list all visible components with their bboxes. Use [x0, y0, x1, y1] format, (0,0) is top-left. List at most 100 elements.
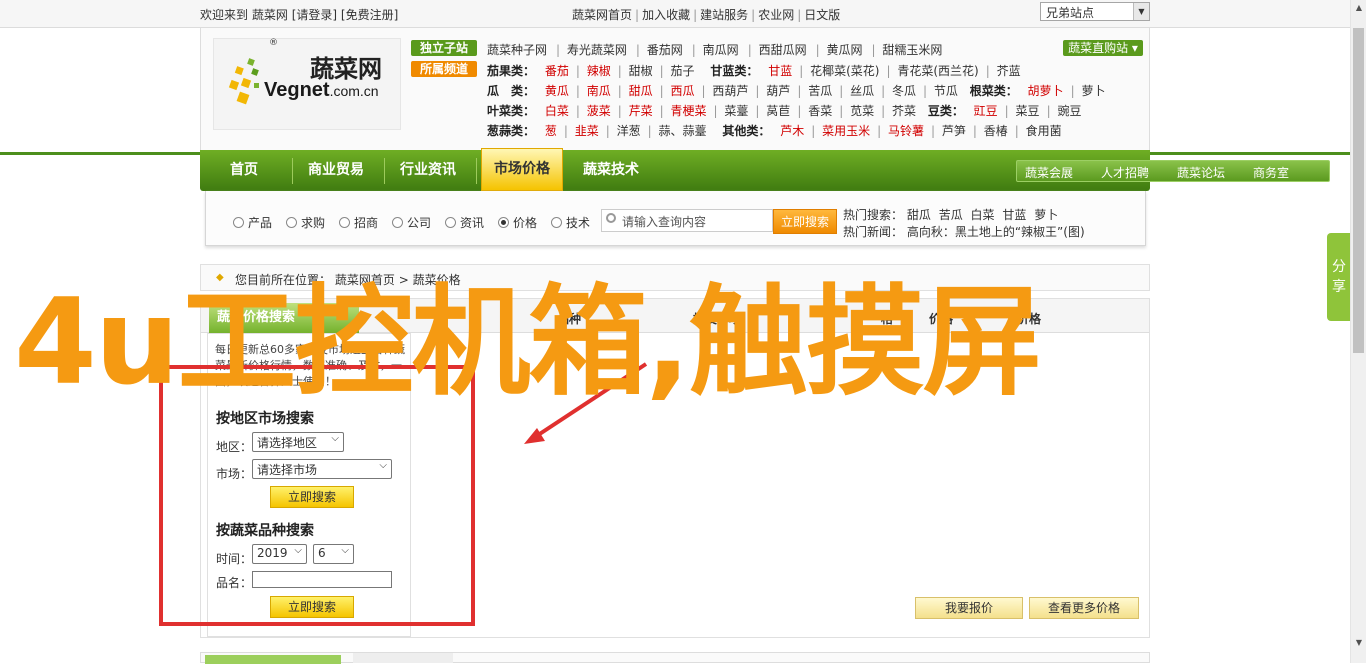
- scrollbar[interactable]: ▲ ▼: [1350, 0, 1366, 663]
- veg-link[interactable]: 豇豆: [974, 104, 998, 118]
- japanese-link[interactable]: 日文版: [804, 8, 840, 22]
- sub-site-link[interactable]: 西甜瓜网: [759, 43, 807, 57]
- site-link[interactable]: 蔬菜网: [252, 8, 288, 22]
- radio-news[interactable]: 资讯: [445, 214, 484, 231]
- veg-link[interactable]: 苦瓜: [808, 84, 832, 98]
- veg-link[interactable]: 芦木: [780, 124, 804, 138]
- nav-item-news[interactable]: 行业资讯: [400, 150, 456, 191]
- veg-link[interactable]: 菜薹: [724, 104, 748, 118]
- veg-link[interactable]: 葱: [545, 124, 557, 138]
- search-input[interactable]: 请输入查询内容: [601, 209, 773, 232]
- scroll-thumb[interactable]: [1353, 28, 1364, 353]
- radio-price[interactable]: 价格: [498, 214, 537, 231]
- veg-link[interactable]: 西葫芦: [712, 84, 748, 98]
- sub-site-link[interactable]: 甜糯玉米网: [882, 43, 942, 57]
- login-link[interactable]: [请登录]: [292, 8, 337, 22]
- veg-link[interactable]: 白菜: [545, 104, 569, 118]
- nav-item-tech[interactable]: 蔬菜技术: [583, 150, 639, 191]
- sub-site-link[interactable]: 寿光蔬菜网: [567, 43, 627, 57]
- veg-link[interactable]: 洋葱: [617, 124, 641, 138]
- veg-link[interactable]: 芥菜: [892, 104, 916, 118]
- veg-link[interactable]: 香菜: [808, 104, 832, 118]
- direct-buy-button[interactable]: 蔬菜直购站 ▾: [1063, 40, 1143, 56]
- sub-nav: 蔬菜会展 人才招聘 蔬菜论坛 商务室: [1016, 160, 1330, 182]
- veg-link[interactable]: 葫芦: [766, 84, 790, 98]
- veg-link[interactable]: 青花菜(西兰花): [897, 64, 978, 78]
- veg-link[interactable]: 马铃薯: [888, 124, 924, 138]
- radio-buy[interactable]: 求购: [286, 214, 325, 231]
- veg-link[interactable]: 豌豆: [1057, 104, 1081, 118]
- veg-link[interactable]: 芥蓝: [997, 64, 1021, 78]
- sub-site-links: 蔬菜种子网 | 寿光蔬菜网 | 番茄网 | 南瓜网 | 西甜瓜网 | 黄瓜网 | 甜糯玉米网: [487, 43, 943, 57]
- more-prices-button[interactable]: 查看更多价格: [1029, 597, 1139, 619]
- search-button[interactable]: 立即搜索: [773, 209, 837, 234]
- favorite-link[interactable]: 加入收藏: [642, 8, 690, 22]
- sub-nav-jobs[interactable]: 人才招聘: [1101, 164, 1149, 181]
- veg-link[interactable]: 黄瓜: [545, 84, 569, 98]
- veg-link[interactable]: 节瓜: [934, 84, 958, 98]
- veg-link[interactable]: 甜瓜: [629, 84, 653, 98]
- logo-mark-icon: [228, 58, 259, 105]
- sub-site-link[interactable]: 番茄网: [647, 43, 683, 57]
- veg-link[interactable]: 菜豆: [1016, 104, 1040, 118]
- veg-link[interactable]: 青梗菜: [671, 104, 707, 118]
- register-link[interactable]: [免费注册]: [341, 8, 398, 22]
- home-link[interactable]: 蔬菜网首页: [572, 8, 632, 22]
- hot-search-link[interactable]: 萝卜: [1034, 208, 1058, 222]
- sub-nav-forum[interactable]: 蔬菜论坛: [1177, 164, 1225, 181]
- veg-link[interactable]: 番茄: [545, 64, 569, 78]
- header: ® 蔬菜网 Vegnet.com.cn 独立子站 所属频道 蔬菜种子网 | 寿光蔬…: [200, 28, 1150, 152]
- veg-link[interactable]: 甘蓝: [768, 64, 792, 78]
- quote-button[interactable]: 我要报价: [915, 597, 1023, 619]
- veg-link[interactable]: 南瓜: [587, 84, 611, 98]
- share-tab[interactable]: 分享: [1327, 233, 1351, 321]
- hot-search-link[interactable]: 苦瓜: [939, 208, 963, 222]
- veg-link[interactable]: 萝卜: [1081, 84, 1105, 98]
- veg-link[interactable]: 西瓜: [671, 84, 695, 98]
- search-icon: [606, 213, 616, 223]
- veg-link[interactable]: 香椿: [984, 124, 1008, 138]
- veg-link[interactable]: 食用菌: [1026, 124, 1062, 138]
- hot-search-link[interactable]: 甘蓝: [1002, 208, 1026, 222]
- hot-search-link[interactable]: 甜瓜: [907, 208, 931, 222]
- sister-sites-select[interactable]: 兄弟站点 ▼: [1040, 2, 1150, 21]
- veg-link[interactable]: 冬瓜: [892, 84, 916, 98]
- radio-invest[interactable]: 招商: [339, 214, 378, 231]
- nav-item-market-price[interactable]: 市场价格: [481, 148, 563, 191]
- top-bar-left: 欢迎来到 蔬菜网 [请登录] [免费注册]: [200, 6, 398, 23]
- vegetable-categories: 茄果类： 番茄 | 辣椒 | 甜椒 | 茄子 甘蓝类： 甘蓝 | 花椰菜(菜花) | 青花…: [487, 64, 1106, 138]
- veg-link[interactable]: 菠菜: [587, 104, 611, 118]
- veg-link[interactable]: 甜椒: [629, 64, 653, 78]
- logo-en: Vegnet.com.cn: [264, 79, 379, 101]
- sub-site-link[interactable]: 蔬菜种子网: [487, 43, 547, 57]
- veg-link[interactable]: 蒜、蒜薹: [659, 124, 707, 138]
- hot-news-link[interactable]: 高向秋：黑土地上的“辣椒王”(图): [907, 225, 1085, 239]
- veg-link[interactable]: 茄子: [671, 64, 695, 78]
- build-site-link[interactable]: 建站服务: [700, 8, 748, 22]
- sub-site-link[interactable]: 黄瓜网: [826, 43, 862, 57]
- scroll-up-icon[interactable]: ▲: [1351, 0, 1366, 16]
- radio-tech[interactable]: 技术: [551, 214, 590, 231]
- sub-nav-office[interactable]: 商务室: [1253, 164, 1289, 181]
- veg-link[interactable]: 丝瓜: [850, 84, 874, 98]
- veg-link[interactable]: 辣椒: [587, 64, 611, 78]
- nav-item-trade[interactable]: 商业贸易: [308, 150, 364, 191]
- radio-product[interactable]: 产品: [233, 214, 272, 231]
- overlay-title: 4u工控机箱,触摸屏: [14, 274, 1042, 412]
- sub-nav-expo[interactable]: 蔬菜会展: [1025, 164, 1073, 181]
- veg-link[interactable]: 花椰菜(菜花): [810, 64, 879, 78]
- veg-link[interactable]: 胡萝卜: [1028, 84, 1064, 98]
- veg-link[interactable]: 苋菜: [850, 104, 874, 118]
- veg-link[interactable]: 芦笋: [942, 124, 966, 138]
- veg-link[interactable]: 韭菜: [575, 124, 599, 138]
- veg-link[interactable]: 菜用玉米: [822, 124, 870, 138]
- scroll-down-icon[interactable]: ▼: [1351, 635, 1366, 651]
- radio-company[interactable]: 公司: [392, 214, 431, 231]
- nav-item-home[interactable]: 首页: [230, 150, 258, 191]
- agri-link[interactable]: 农业网: [758, 8, 794, 22]
- sub-site-link[interactable]: 南瓜网: [703, 43, 739, 57]
- hot-search-link[interactable]: 白菜: [971, 208, 995, 222]
- veg-link[interactable]: 莴苣: [766, 104, 790, 118]
- veg-link[interactable]: 芹菜: [629, 104, 653, 118]
- logo[interactable]: ® 蔬菜网 Vegnet.com.cn: [213, 38, 401, 130]
